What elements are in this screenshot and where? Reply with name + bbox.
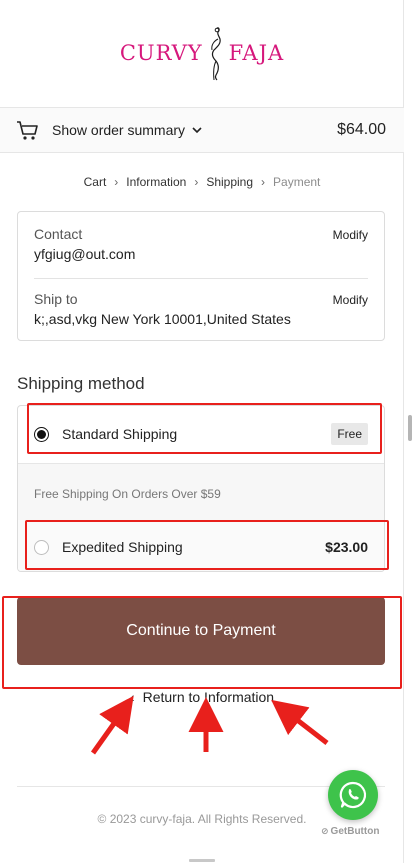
getbutton-credit[interactable]: ⊘ GetButton — [321, 826, 379, 837]
breadcrumb-shipping: Shipping — [206, 175, 254, 189]
breadcrumb-cart[interactable]: Cart — [84, 175, 107, 189]
standard-shipping-option[interactable]: Standard Shipping Free — [18, 407, 384, 461]
getbutton-icon: ⊘ — [321, 826, 329, 836]
breadcrumb-payment: Payment — [273, 175, 321, 189]
brand-logo[interactable]: CURVY FAJA — [0, 22, 404, 84]
review-box: Contact yfgiug@out.com Modify Ship to k;… — [17, 211, 385, 341]
divider — [34, 278, 368, 279]
contact-row: Contact yfgiug@out.com Modify — [34, 226, 368, 262]
order-summary-label: Show order summary — [52, 122, 186, 138]
brand-right: FAJA — [228, 41, 285, 65]
ship-to-value: k;,asd,vkg New York 10001,United States — [34, 311, 291, 327]
order-summary-toggle[interactable]: Show order summary $64.00 — [0, 107, 404, 153]
ship-to-row: Ship to k;,asd,vkg New York 10001,United… — [34, 291, 368, 327]
expedited-shipping-option[interactable]: Expedited Shipping $23.00 — [18, 520, 384, 571]
getbutton-label: GetButton — [330, 826, 380, 837]
scrollbar-handle[interactable] — [408, 415, 412, 441]
free-badge: Free — [331, 423, 368, 445]
free-shipping-note: Free Shipping On Orders Over $59 — [34, 487, 221, 501]
chevron-right-icon: › — [261, 175, 266, 189]
standard-shipping-label: Standard Shipping — [62, 426, 178, 442]
radio-unselected[interactable] — [34, 539, 49, 555]
return-to-information-link[interactable]: ‹ Return to Information — [0, 689, 404, 705]
order-total: $64.00 — [337, 121, 386, 138]
chevron-right-icon: › — [114, 175, 119, 189]
silhouette-icon — [210, 27, 221, 81]
breadcrumb-information[interactable]: Information — [126, 175, 186, 189]
checkout-page: CURVY FAJA Show order summary $64.00 Car… — [0, 0, 404, 863]
cart-icon — [17, 121, 38, 140]
radio-selected[interactable] — [34, 426, 49, 442]
brand-left: CURVY — [119, 41, 203, 65]
ship-to-label: Ship to — [34, 291, 78, 307]
contact-label: Contact — [34, 226, 83, 242]
modify-contact-link[interactable]: Modify — [333, 228, 368, 242]
chevron-right-icon: › — [194, 175, 199, 189]
breadcrumb: Cart › Information › Shipping › Payment — [0, 175, 404, 189]
chevron-left-icon: ‹ — [129, 689, 135, 705]
whatsapp-icon — [339, 781, 367, 809]
whatsapp-button[interactable] — [328, 770, 378, 820]
expedited-shipping-label: Expedited Shipping — [62, 539, 183, 555]
chevron-down-icon — [192, 127, 202, 134]
contact-value: yfgiug@out.com — [34, 246, 136, 262]
shipping-options: Standard Shipping Free Free Shipping On … — [17, 405, 385, 572]
expedited-shipping-price: $23.00 — [325, 539, 368, 555]
bottom-handle — [189, 859, 215, 862]
shipping-method-title: Shipping method — [17, 374, 145, 393]
modify-ship-to-link[interactable]: Modify — [333, 293, 368, 307]
return-label: Return to Information — [142, 689, 275, 705]
continue-to-payment-button[interactable]: Continue to Payment — [17, 597, 385, 665]
